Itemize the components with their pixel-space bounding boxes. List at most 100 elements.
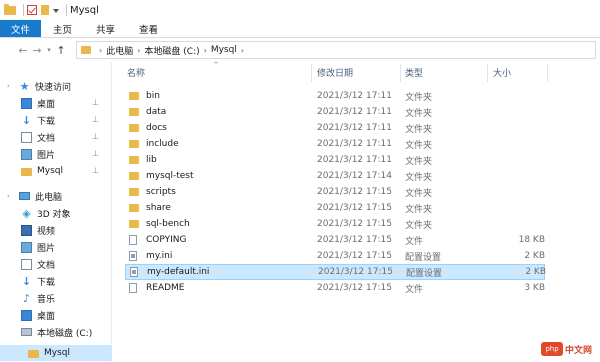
chevron-right-icon[interactable]: ›	[7, 192, 10, 200]
sidebar-item-documents-pc[interactable]: 文档	[0, 256, 112, 272]
chevron-right-icon[interactable]: ›	[99, 46, 102, 55]
sidebar-item-pictures-pc[interactable]: 图片	[0, 239, 112, 255]
sidebar-item-documents[interactable]: 文档 ⊥	[0, 129, 112, 145]
sidebar-item-local-disk[interactable]: 本地磁盘 (C:)	[0, 324, 112, 340]
file-row[interactable]: my-default.ini 2021/3/12 17:15 配置设置 2 KB	[125, 264, 546, 280]
sidebar-item-3d-objects[interactable]: ◈ 3D 对象	[0, 205, 112, 221]
pin-icon[interactable]: ⊥	[92, 150, 99, 158]
sidebar-item-downloads[interactable]: ↓ 下载 ⊥	[0, 112, 112, 128]
window-title: Mysql	[70, 4, 99, 16]
file-row[interactable]: scripts 2021/3/12 17:15 文件夹	[125, 184, 545, 200]
file-date: 2021/3/12 17:15	[317, 235, 392, 245]
column-header-date[interactable]: 修改日期	[317, 62, 353, 82]
file-name-cell: scripts	[129, 187, 176, 197]
column-header-name[interactable]: 名称	[127, 62, 145, 82]
properties-icon[interactable]	[27, 5, 37, 15]
tab-file[interactable]: 文件	[0, 20, 42, 37]
breadcrumb-local-disk[interactable]: 本地磁盘 (C:)	[144, 44, 199, 57]
sidebar-item-label: 下载	[37, 116, 56, 127]
file-name: lib	[146, 155, 157, 165]
pin-icon[interactable]: ⊥	[92, 167, 99, 175]
file-type: 文件夹	[405, 172, 433, 183]
file-row[interactable]: lib 2021/3/12 17:11 文件夹	[125, 152, 545, 168]
sidebar-item-mysql-pinned[interactable]: Mysql ⊥	[0, 163, 112, 179]
chevron-right-icon[interactable]: ›	[241, 46, 244, 55]
sidebar-item-music[interactable]: ♪ 音乐	[0, 290, 112, 306]
column-divider[interactable]	[547, 64, 548, 82]
up-arrow-icon[interactable]: ↑	[54, 44, 68, 57]
column-divider[interactable]	[400, 64, 401, 82]
file-row[interactable]: data 2021/3/12 17:11 文件夹	[125, 104, 545, 120]
tab-share[interactable]: 共享	[84, 20, 127, 37]
chevron-right-icon[interactable]: ›	[204, 46, 207, 55]
file-type: 文件夹	[405, 108, 433, 119]
pin-icon[interactable]: ⊥	[92, 116, 99, 124]
column-divider[interactable]	[311, 64, 312, 82]
tab-view[interactable]: 查看	[127, 20, 170, 37]
file-name-cell: include	[129, 139, 179, 149]
sidebar-item-label: 快速访问	[35, 82, 72, 93]
drive-icon	[21, 328, 32, 336]
chevron-right-icon[interactable]: ›	[7, 82, 10, 90]
navigation-pane: › ★ 快速访问 桌面 ⊥ ↓ 下载 ⊥ 文档 ⊥ 图片 ⊥ Mysql ⊥ ›…	[0, 62, 112, 362]
file-name: COPYING	[146, 235, 187, 245]
file-row[interactable]: COPYING 2021/3/12 17:15 文件 18 KB	[125, 232, 545, 248]
sidebar-item-quick-access[interactable]: › ★ 快速访问	[0, 78, 112, 94]
column-header-size[interactable]: 大小	[493, 62, 511, 82]
ribbon-tabs: 文件 主页 共享 查看	[0, 20, 600, 38]
file-row[interactable]: docs 2021/3/12 17:11 文件夹	[125, 120, 545, 136]
file-name-cell: share	[129, 203, 171, 213]
file-row[interactable]: README 2021/3/12 17:15 文件 3 KB	[125, 280, 545, 296]
new-folder-icon[interactable]	[41, 5, 49, 15]
file-row[interactable]: mysql-test 2021/3/12 17:14 文件夹	[125, 168, 545, 184]
chevron-right-icon[interactable]: ›	[137, 46, 140, 55]
forward-arrow-icon[interactable]: →	[30, 44, 44, 57]
customize-toolbar-icon[interactable]	[53, 9, 59, 13]
sidebar-item-desktop-pc[interactable]: 桌面	[0, 307, 112, 323]
file-name-cell: lib	[129, 155, 157, 165]
picture-icon	[21, 241, 32, 253]
folder-icon	[28, 350, 39, 358]
3d-objects-icon: ◈	[22, 206, 31, 220]
file-row[interactable]: my.ini 2021/3/12 17:15 配置设置 2 KB	[125, 248, 545, 264]
desktop-icon	[21, 97, 32, 109]
file-row[interactable]: sql-bench 2021/3/12 17:15 文件夹	[125, 216, 545, 232]
breadcrumb-this-pc[interactable]: 此电脑	[106, 44, 133, 57]
file-type: 文件夹	[405, 220, 433, 231]
sidebar-item-label: Mysql	[44, 348, 70, 358]
pin-icon[interactable]: ⊥	[92, 99, 99, 107]
file-size: 3 KB	[524, 283, 545, 293]
file-type: 文件夹	[405, 156, 433, 167]
navigation-bar: ← → ▾ ↑ › 此电脑 › 本地磁盘 (C:) › Mysql ›	[0, 38, 600, 62]
sidebar-item-downloads-pc[interactable]: ↓ 下载	[0, 273, 112, 289]
breadcrumb-mysql[interactable]: Mysql	[211, 45, 237, 55]
sidebar-item-mysql[interactable]: Mysql	[0, 345, 112, 361]
folder-icon	[81, 46, 91, 54]
file-name-cell: bin	[129, 91, 160, 101]
divider	[23, 4, 24, 16]
tab-home[interactable]: 主页	[41, 20, 84, 37]
address-bar[interactable]: › 此电脑 › 本地磁盘 (C:) › Mysql ›	[76, 41, 596, 59]
column-divider[interactable]	[487, 64, 488, 82]
pin-icon[interactable]: ⊥	[92, 133, 99, 141]
sidebar-item-label: 桌面	[37, 99, 56, 110]
file-name: data	[146, 107, 167, 117]
sidebar-item-this-pc[interactable]: › 此电脑	[0, 188, 112, 204]
file-row[interactable]: include 2021/3/12 17:11 文件夹	[125, 136, 545, 152]
recent-locations-chevron-icon[interactable]: ▾	[44, 46, 54, 54]
folder-icon	[21, 168, 32, 176]
file-row[interactable]: share 2021/3/12 17:15 文件夹	[125, 200, 545, 216]
document-icon	[21, 258, 32, 270]
back-arrow-icon[interactable]: ←	[16, 44, 30, 57]
download-icon: ↓	[21, 113, 32, 127]
column-header-type[interactable]: 类型	[405, 62, 423, 82]
sidebar-item-label: 此电脑	[35, 192, 63, 203]
file-type: 文件夹	[405, 124, 433, 135]
sidebar-item-desktop[interactable]: 桌面 ⊥	[0, 95, 112, 111]
file-date: 2021/3/12 17:15	[317, 187, 392, 197]
sidebar-item-pictures[interactable]: 图片 ⊥	[0, 146, 112, 162]
sidebar-item-videos[interactable]: 视频	[0, 222, 112, 238]
file-row[interactable]: bin 2021/3/12 17:11 文件夹	[125, 88, 545, 104]
file-icon	[129, 283, 137, 293]
file-name-cell: my.ini	[129, 251, 172, 261]
